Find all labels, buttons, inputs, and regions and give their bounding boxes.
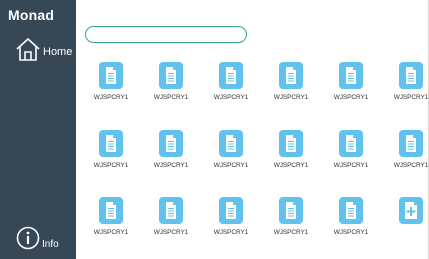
file-tile[interactable]: WJSPCRY1 bbox=[325, 60, 377, 112]
file-name: WJSPCRY1 bbox=[93, 229, 129, 236]
file-name: WJSPCRY1 bbox=[93, 162, 129, 169]
document-icon bbox=[339, 130, 363, 157]
file-tile[interactable]: WJSPCRY1 bbox=[145, 128, 197, 180]
document-icon bbox=[99, 62, 123, 89]
file-name: WJSPCRY1 bbox=[153, 94, 189, 101]
document-icon bbox=[219, 197, 243, 224]
main-content: WJSPCRY1 WJSPCRY1 WJSPCRY1 WJSPCRY1 WJSPCRY1… bbox=[76, 0, 428, 259]
sidebar-item-home[interactable]: Home bbox=[15, 26, 73, 62]
file-name: WJSPCRY1 bbox=[153, 162, 189, 169]
file-tile[interactable]: WJSPCRY1 bbox=[325, 128, 377, 180]
document-icon bbox=[219, 130, 243, 157]
document-icon bbox=[279, 62, 303, 89]
file-tile[interactable]: WJSPCRY1 bbox=[145, 195, 197, 247]
document-icon bbox=[159, 197, 183, 224]
file-tile[interactable]: WJSPCRY1 bbox=[205, 128, 257, 180]
file-name: WJSPCRY1 bbox=[393, 162, 429, 169]
file-name: WJSPCRY1 bbox=[273, 94, 309, 101]
file-tile[interactable]: WJSPCRY1 bbox=[85, 128, 137, 180]
document-icon bbox=[339, 197, 363, 224]
document-icon bbox=[339, 62, 363, 89]
sidebar-item-label: Info bbox=[42, 239, 59, 250]
info-icon bbox=[16, 226, 40, 250]
file-name: WJSPCRY1 bbox=[273, 162, 309, 169]
add-file-icon bbox=[399, 197, 423, 224]
document-icon bbox=[399, 62, 423, 89]
document-icon bbox=[99, 197, 123, 224]
file-tile[interactable]: WJSPCRY1 bbox=[85, 195, 137, 247]
file-tile[interactable]: WJSPCRY1 bbox=[265, 60, 317, 112]
file-name: WJSPCRY1 bbox=[273, 229, 309, 236]
file-tile[interactable]: WJSPCRY1 bbox=[385, 60, 429, 112]
app-window: Monad Home Info WJSPCRY1 WJSPCRY1 WJSPCR… bbox=[0, 0, 429, 259]
add-file-button[interactable] bbox=[385, 195, 429, 247]
file-name: WJSPCRY1 bbox=[333, 94, 369, 101]
file-name: WJSPCRY1 bbox=[213, 94, 249, 101]
document-icon bbox=[279, 197, 303, 224]
sidebar-item-info[interactable]: Info bbox=[16, 226, 59, 250]
document-icon bbox=[159, 130, 183, 157]
file-name: WJSPCRY1 bbox=[93, 94, 129, 101]
file-name: WJSPCRY1 bbox=[333, 162, 369, 169]
sidebar-item-label: Home bbox=[43, 46, 73, 58]
file-name: WJSPCRY1 bbox=[153, 229, 189, 236]
file-tile[interactable]: WJSPCRY1 bbox=[205, 60, 257, 112]
sidebar: Monad Home Info bbox=[0, 0, 76, 259]
file-grid: WJSPCRY1 WJSPCRY1 WJSPCRY1 WJSPCRY1 WJSPCRY1… bbox=[76, 0, 428, 259]
file-tile[interactable]: WJSPCRY1 bbox=[85, 60, 137, 112]
file-name: WJSPCRY1 bbox=[213, 162, 249, 169]
file-name: WJSPCRY1 bbox=[213, 229, 249, 236]
file-name: WJSPCRY1 bbox=[333, 229, 369, 236]
file-tile[interactable]: WJSPCRY1 bbox=[325, 195, 377, 247]
document-icon bbox=[99, 130, 123, 157]
document-icon bbox=[159, 62, 183, 89]
document-icon bbox=[219, 62, 243, 89]
file-tile[interactable]: WJSPCRY1 bbox=[385, 128, 429, 180]
app-logo: Monad bbox=[8, 7, 55, 23]
home-icon bbox=[15, 36, 41, 62]
document-icon bbox=[279, 130, 303, 157]
file-tile[interactable]: WJSPCRY1 bbox=[265, 195, 317, 247]
document-icon bbox=[399, 130, 423, 157]
file-tile[interactable]: WJSPCRY1 bbox=[265, 128, 317, 180]
file-tile[interactable]: WJSPCRY1 bbox=[205, 195, 257, 247]
file-name: WJSPCRY1 bbox=[393, 94, 429, 101]
file-tile[interactable]: WJSPCRY1 bbox=[145, 60, 197, 112]
